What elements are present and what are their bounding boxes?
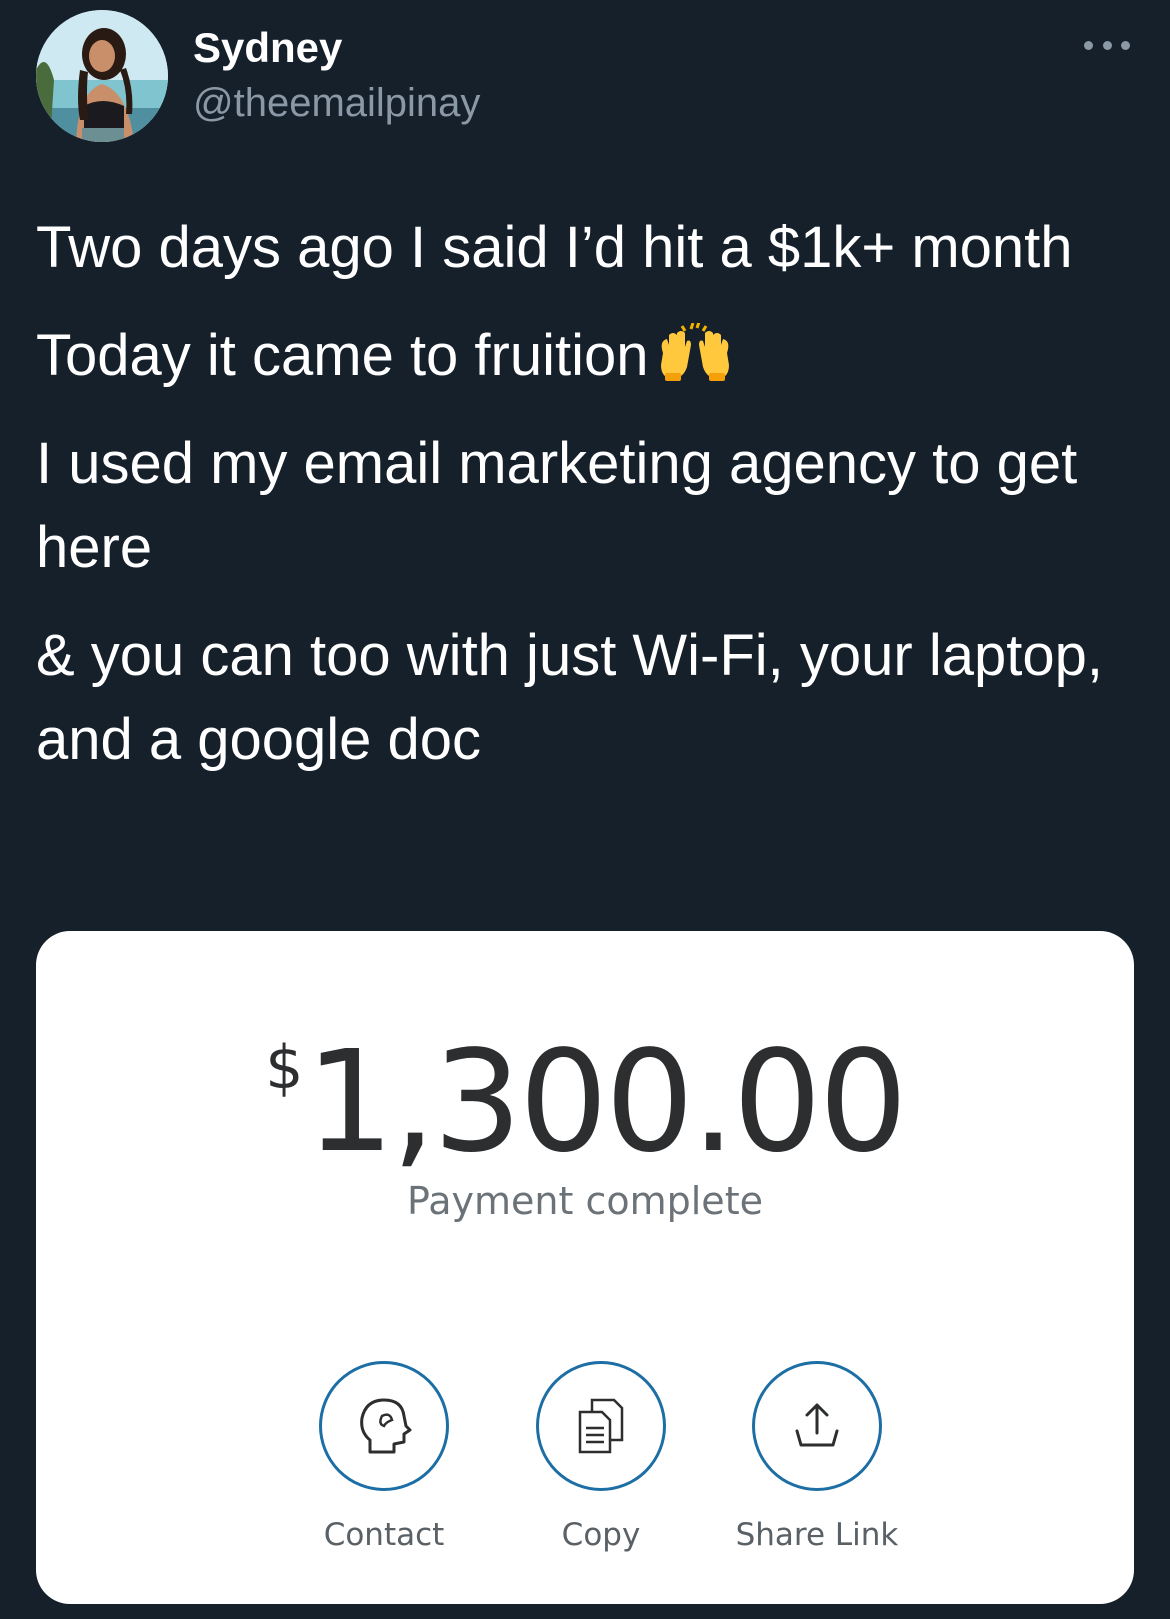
copy-document-icon	[578, 1398, 624, 1454]
share-link-label: Share Link	[735, 1517, 899, 1553]
contact-label: Contact	[323, 1517, 445, 1553]
raising-hands-emoji-icon	[657, 321, 733, 382]
tweet-paragraph: Today it came to fruition	[36, 314, 1126, 398]
avatar[interactable]	[36, 10, 168, 142]
currency-symbol: $	[265, 1033, 304, 1103]
tweet-paragraph: I used my email marketing agency to get …	[36, 431, 1078, 580]
user-handle[interactable]: @theemailpinay	[193, 78, 480, 128]
payment-amount: $1,300.00	[36, 1021, 1134, 1184]
payment-status: Payment complete	[407, 1179, 763, 1223]
more-dot	[1084, 40, 1093, 50]
copy-action[interactable]: Copy	[501, 1361, 701, 1553]
avatar-photo-icon	[36, 10, 168, 142]
more-dot	[1121, 40, 1130, 50]
tweet-text: Two days ago I said I’d hit a $1k+ month…	[36, 206, 1126, 806]
payment-card[interactable]: $1,300.00 Payment complete Contact Copy …	[36, 931, 1134, 1604]
more-options-icon[interactable]	[1084, 36, 1130, 54]
share-upload-icon	[795, 1403, 839, 1447]
amount-value: 1,300.00	[305, 1021, 907, 1184]
display-name[interactable]: Sydney	[193, 22, 342, 74]
tweet-paragraph: Two days ago I said I’d hit a $1k+ month	[36, 215, 1073, 280]
contact-button[interactable]	[319, 1361, 449, 1491]
tweet: Sydney @theemailpinay Two days ago I sai…	[0, 0, 1170, 1619]
copy-label: Copy	[561, 1517, 641, 1553]
contact-action[interactable]: Contact	[284, 1361, 484, 1553]
share-link-action[interactable]: Share Link	[717, 1361, 917, 1553]
more-dot	[1102, 40, 1112, 50]
tweet-paragraph: & you can too with just Wi-Fi, your lapt…	[36, 623, 1103, 772]
share-link-button[interactable]	[752, 1361, 882, 1491]
contact-head-icon	[360, 1398, 412, 1454]
copy-button[interactable]	[536, 1361, 666, 1491]
